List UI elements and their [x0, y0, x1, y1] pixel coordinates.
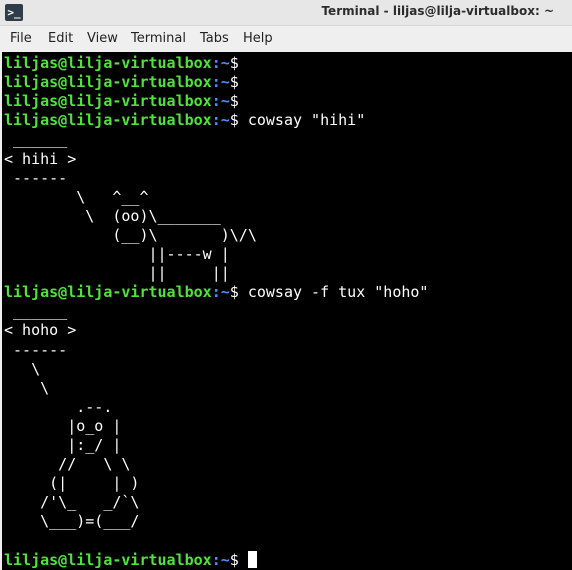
menu-view[interactable]: View [87, 31, 118, 46]
prompt-path: :~ [211, 550, 230, 569]
prompt-path: :~ [211, 54, 230, 72]
prompt-symbol: $ [229, 283, 239, 302]
prompt-line: liljas@lilja-virtualbox:~$ [4, 550, 257, 570]
prompt-user-host: liljas@lilja-virtualbox [4, 54, 212, 72]
prompt-line: liljas@lilja-virtualbox:~$ [4, 73, 239, 92]
prompt-path: :~ [211, 92, 230, 111]
prompt-path: :~ [211, 111, 230, 130]
output-line: < hoho > [4, 321, 77, 340]
menu-file[interactable]: File [10, 31, 32, 46]
prompt-user-host: liljas@lilja-virtualbox [4, 92, 212, 111]
menu-terminal[interactable]: Terminal [131, 31, 186, 46]
prompt-user-host: liljas@lilja-virtualbox [4, 283, 212, 302]
output-line: ______ [4, 130, 68, 149]
output-line: |o_o | [4, 416, 122, 435]
output-line: \ [4, 359, 41, 378]
menu-bar: File Edit View Terminal Tabs Help [0, 26, 572, 52]
title-bar[interactable]: >_ Terminal - liljas@lilja-virtualbox: ~ [0, 0, 572, 26]
command-text: cowsay "hihi" [238, 111, 366, 130]
prompt-line: liljas@lilja-virtualbox:~$ cowsay -f tux… [4, 283, 428, 302]
output-line: \ (oo)\_______ [4, 206, 221, 225]
prompt-line: liljas@lilja-virtualbox:~$ cowsay "hihi" [4, 111, 365, 130]
output-line: ||----w | [4, 245, 230, 263]
output-line: // \ \ [4, 455, 131, 474]
command-text [239, 551, 248, 569]
command-text: cowsay -f tux "hoho" [238, 283, 429, 302]
prompt-user-host: liljas@lilja-virtualbox [4, 550, 212, 569]
prompt-path: :~ [211, 283, 230, 302]
prompt-symbol: $ [229, 54, 239, 72]
output-line: < hihi > [4, 149, 77, 168]
output-line: \ ^__^ [4, 187, 149, 206]
output-line: /'\_ _/`\ [4, 493, 140, 512]
menu-tabs[interactable]: Tabs [200, 31, 229, 46]
output-line: || || [4, 264, 230, 283]
menu-help[interactable]: Help [243, 31, 273, 46]
prompt-symbol: $ [229, 73, 239, 92]
output-line: ------ [4, 340, 68, 359]
prompt-symbol: $ [229, 92, 239, 111]
output-line: ------ [4, 168, 68, 187]
prompt-user-host: liljas@lilja-virtualbox [4, 73, 212, 92]
output-line: .--. [4, 397, 113, 416]
terminal-window: >_ Terminal - liljas@lilja-virtualbox: ~… [0, 0, 572, 570]
prompt-user-host: liljas@lilja-virtualbox [4, 111, 212, 130]
prompt-path: :~ [211, 73, 230, 92]
output-line: \ [4, 378, 50, 397]
menu-edit[interactable]: Edit [48, 31, 73, 46]
window-title: Terminal - liljas@lilja-virtualbox: ~ [321, 4, 554, 18]
output-line: \___)=(___/ [4, 512, 140, 531]
text-cursor[interactable] [247, 550, 257, 568]
prompt-symbol: $ [229, 550, 239, 569]
prompt-symbol: $ [229, 111, 239, 130]
terminal-icon: >_ [5, 4, 23, 21]
output-line: (| | ) [4, 474, 140, 493]
output-line: ______ [4, 302, 68, 321]
output-line: |:_/ | [4, 436, 122, 454]
output-line: (__)\ )\/\ [4, 225, 257, 244]
terminal-output-area[interactable]: liljas@lilja-virtualbox:~$ liljas@lilja-v… [2, 52, 572, 570]
prompt-line: liljas@lilja-virtualbox:~$ [4, 54, 239, 73]
prompt-line: liljas@lilja-virtualbox:~$ [4, 92, 239, 111]
